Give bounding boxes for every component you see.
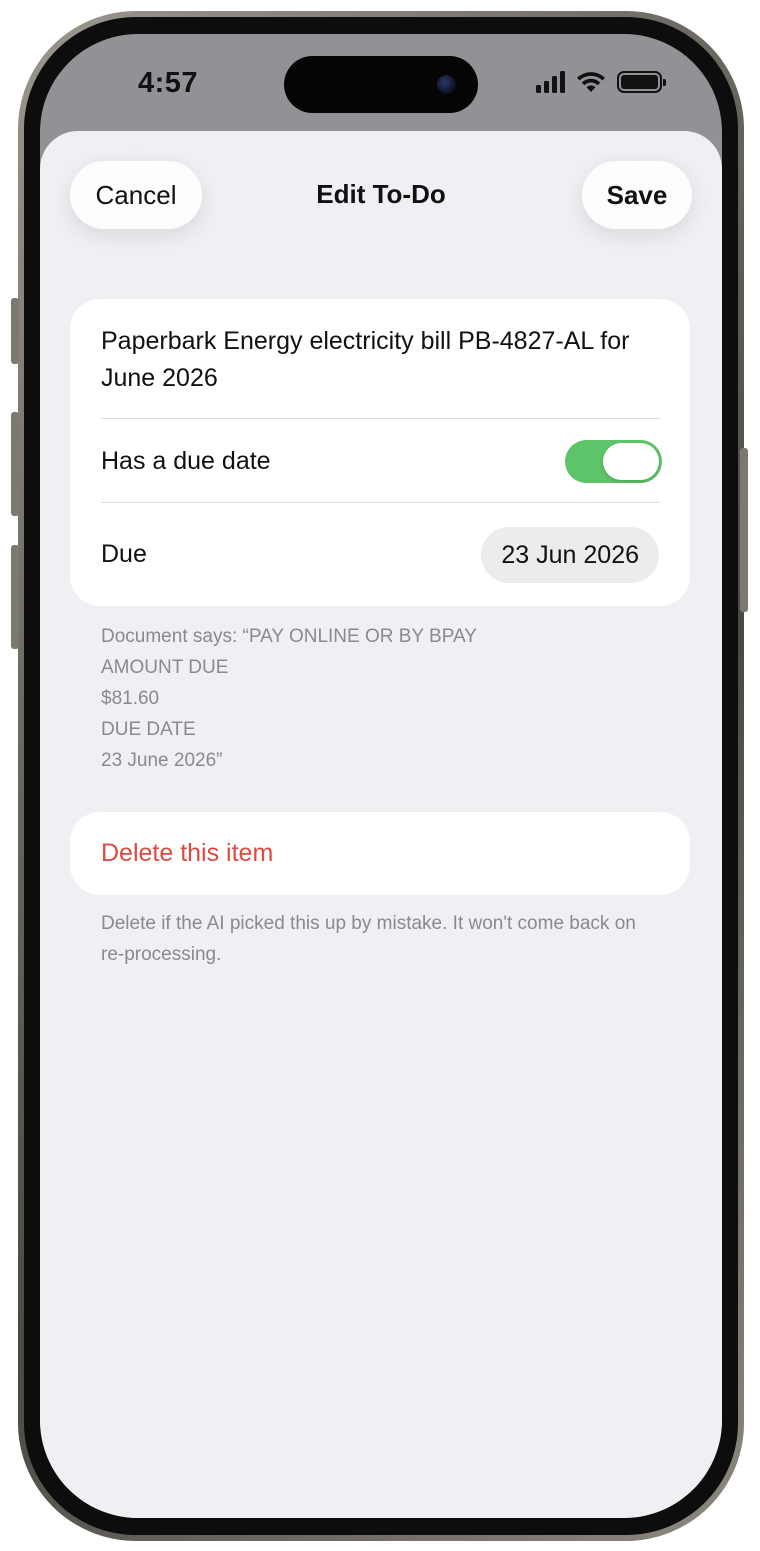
battery-icon xyxy=(617,71,666,93)
document-quote-line: 23 June 2026” xyxy=(101,750,223,771)
divider xyxy=(101,502,660,503)
power-button xyxy=(740,448,748,612)
toggle-knob xyxy=(603,443,659,480)
wifi-icon xyxy=(577,72,605,92)
due-date-picker[interactable]: 23 Jun 2026 xyxy=(481,527,659,583)
due-label: Due xyxy=(101,540,147,568)
todo-title-field[interactable]: Paperbark Energy electricity bill PB-482… xyxy=(101,323,661,397)
cellular-signal-icon xyxy=(536,71,565,93)
document-quote-line: $81.60 xyxy=(101,688,160,709)
status-time: 4:57 xyxy=(138,67,199,99)
delete-item-button[interactable]: Delete this item xyxy=(101,812,273,895)
edit-sheet: Cancel Edit To-Do Save Paperbark Energy … xyxy=(40,131,722,1518)
has-due-date-toggle[interactable] xyxy=(565,440,662,483)
action-button xyxy=(11,298,19,364)
todo-details-card: Paperbark Energy electricity bill PB-482… xyxy=(70,299,690,606)
front-camera-icon xyxy=(437,75,456,94)
document-quote-line: Document says: “PAY ONLINE OR BY BPAY xyxy=(101,626,477,647)
volume-down-button xyxy=(11,545,19,649)
save-button[interactable]: Save xyxy=(582,161,692,229)
screen: 4:57 Cancel Edit To-Do Save Paperbark En… xyxy=(40,34,722,1518)
divider xyxy=(101,418,660,419)
document-quote-line: AMOUNT DUE xyxy=(101,657,229,678)
delete-card[interactable]: Delete this item xyxy=(70,812,690,895)
has-due-date-label: Has a due date xyxy=(101,447,271,475)
document-quote: Document says: “PAY ONLINE OR BY BPAY AM… xyxy=(101,621,661,776)
document-quote-line: DUE DATE xyxy=(101,719,196,740)
delete-footnote: Delete if the AI picked this up by mista… xyxy=(101,913,636,965)
dynamic-island xyxy=(284,56,478,113)
volume-up-button xyxy=(11,412,19,516)
status-icons xyxy=(536,70,666,94)
